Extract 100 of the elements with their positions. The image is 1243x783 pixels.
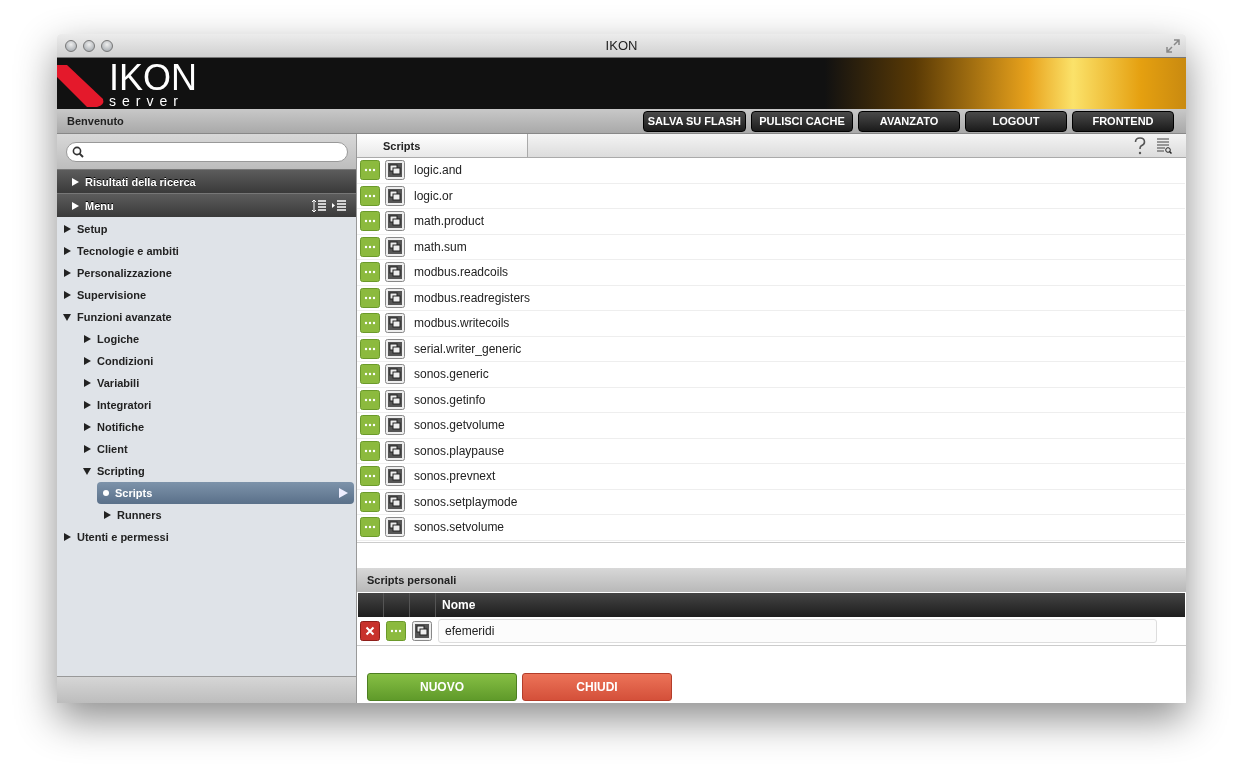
sort-list-icon[interactable]: [312, 198, 326, 213]
script-name: modbus.readcoils: [414, 265, 509, 280]
copy-button[interactable]: [385, 364, 405, 385]
tree-item[interactable]: Personalizzazione: [57, 262, 356, 284]
edit-button[interactable]: [360, 466, 380, 487]
script-name: sonos.prevnext: [414, 469, 496, 484]
fullscreen-icon[interactable]: [1166, 39, 1180, 53]
script-name: math.product: [414, 214, 485, 229]
tree-item[interactable]: Setup: [57, 218, 356, 240]
toolbar-button[interactable]: PULISCI CACHE: [751, 110, 853, 132]
edit-button[interactable]: [360, 364, 380, 385]
tree-item[interactable]: Scripts: [97, 482, 354, 504]
copy-button[interactable]: [385, 466, 405, 487]
script-name: sonos.getinfo: [414, 392, 486, 407]
search-field[interactable]: [66, 142, 348, 162]
script-name: logic.or: [414, 188, 453, 203]
collapsed-arrow-icon[interactable]: [83, 335, 91, 343]
script-name: sonos.setplaymode: [414, 494, 518, 509]
arrow-right-icon: [339, 488, 348, 498]
welcome-text: Benvenuto: [67, 115, 125, 127]
tree-item[interactable]: Client: [57, 438, 356, 460]
edit-button[interactable]: [360, 415, 380, 436]
tree-item[interactable]: Scripting: [57, 460, 356, 482]
edit-button[interactable]: [360, 389, 380, 410]
tree-item[interactable]: Funzioni avanzate: [57, 306, 356, 328]
toolbar-button[interactable]: FRONTEND: [1072, 110, 1174, 132]
tree-item[interactable]: Supervisione: [57, 284, 356, 306]
section-header[interactable]: Menu: [57, 193, 356, 217]
copy-button[interactable]: [385, 211, 405, 232]
tree-item[interactable]: Condizioni: [57, 350, 356, 372]
tree-item[interactable]: Runners: [57, 504, 356, 526]
edit-button[interactable]: [360, 211, 380, 232]
script-name: serial.writer_generic: [414, 341, 522, 356]
toolbar-button[interactable]: AVANZATO: [858, 110, 960, 132]
collapsed-arrow-icon[interactable]: [83, 401, 91, 409]
copy-button[interactable]: [412, 621, 432, 641]
section-header: Scripts personali: [357, 568, 1186, 592]
script-name: sonos.playpause: [414, 443, 505, 458]
bullet-icon: [103, 490, 109, 496]
copy-button[interactable]: [385, 160, 405, 181]
collapsed-arrow-icon[interactable]: [63, 533, 71, 541]
tree-item[interactable]: Notifiche: [57, 416, 356, 438]
collapsed-arrow-icon[interactable]: [63, 225, 71, 233]
script-name: modbus.readregisters: [414, 290, 531, 305]
collapsed-arrow-icon[interactable]: [83, 357, 91, 365]
collapsed-arrow-icon[interactable]: [83, 445, 91, 453]
edit-button[interactable]: [360, 313, 380, 334]
indent-list-icon[interactable]: [332, 198, 346, 213]
copy-button[interactable]: [385, 338, 405, 359]
copy-button[interactable]: [385, 185, 405, 206]
edit-button[interactable]: [360, 160, 380, 181]
copy-button[interactable]: [385, 415, 405, 436]
tab[interactable]: Scripts: [357, 134, 528, 157]
name-field[interactable]: efemeridi: [438, 619, 1157, 643]
copy-button[interactable]: [385, 313, 405, 334]
edit-button[interactable]: [360, 440, 380, 461]
edit-button[interactable]: [360, 262, 380, 283]
copy-button[interactable]: [385, 236, 405, 257]
section-header[interactable]: Risultati della ricerca: [57, 169, 356, 193]
search-icon: [72, 146, 84, 158]
toolbar-button[interactable]: SALVA SU FLASH: [642, 110, 746, 132]
collapsed-arrow-icon[interactable]: [63, 291, 71, 299]
edit-button[interactable]: [386, 621, 406, 641]
delete-button[interactable]: [360, 621, 380, 641]
copy-button[interactable]: [385, 262, 405, 283]
edit-button[interactable]: [360, 185, 380, 206]
collapsed-arrow-icon[interactable]: [71, 177, 79, 186]
edit-button[interactable]: [360, 236, 380, 257]
toolbar-button[interactable]: LOGOUT: [965, 110, 1067, 132]
tree-item[interactable]: Utenti e permessi: [57, 526, 356, 548]
minimize-button[interactable]: [83, 39, 95, 52]
copy-button[interactable]: [385, 389, 405, 410]
copy-button[interactable]: [385, 491, 405, 512]
copy-button[interactable]: [385, 287, 405, 308]
edit-button[interactable]: [360, 287, 380, 308]
tree-item[interactable]: Integratori: [57, 394, 356, 416]
help-icon[interactable]: [1134, 136, 1146, 155]
collapsed-arrow-icon[interactable]: [103, 511, 111, 519]
expanded-arrow-icon[interactable]: [83, 467, 91, 475]
logo-subtitle: server: [109, 94, 185, 107]
script-name: sonos.generic: [414, 367, 489, 382]
edit-button[interactable]: [360, 491, 380, 512]
collapsed-arrow-icon[interactable]: [63, 269, 71, 277]
copy-button[interactable]: [385, 440, 405, 461]
expanded-arrow-icon[interactable]: [63, 313, 71, 321]
search-list-icon[interactable]: [1156, 137, 1172, 154]
collapsed-arrow-icon[interactable]: [83, 379, 91, 387]
edit-button[interactable]: [360, 517, 380, 538]
close-button[interactable]: [65, 39, 77, 52]
tree-item[interactable]: Logiche: [57, 328, 356, 350]
collapsed-arrow-icon[interactable]: [71, 201, 79, 210]
collapsed-arrow-icon[interactable]: [83, 423, 91, 431]
edit-button[interactable]: [360, 338, 380, 359]
tree-item[interactable]: Tecnologie e ambiti: [57, 240, 356, 262]
script-name: logic.and: [414, 163, 463, 178]
collapsed-arrow-icon[interactable]: [63, 247, 71, 255]
copy-button[interactable]: [385, 517, 405, 538]
script-name: modbus.writecoils: [414, 316, 510, 331]
zoom-button[interactable]: [101, 39, 113, 52]
tree-item[interactable]: Variabili: [57, 372, 356, 394]
